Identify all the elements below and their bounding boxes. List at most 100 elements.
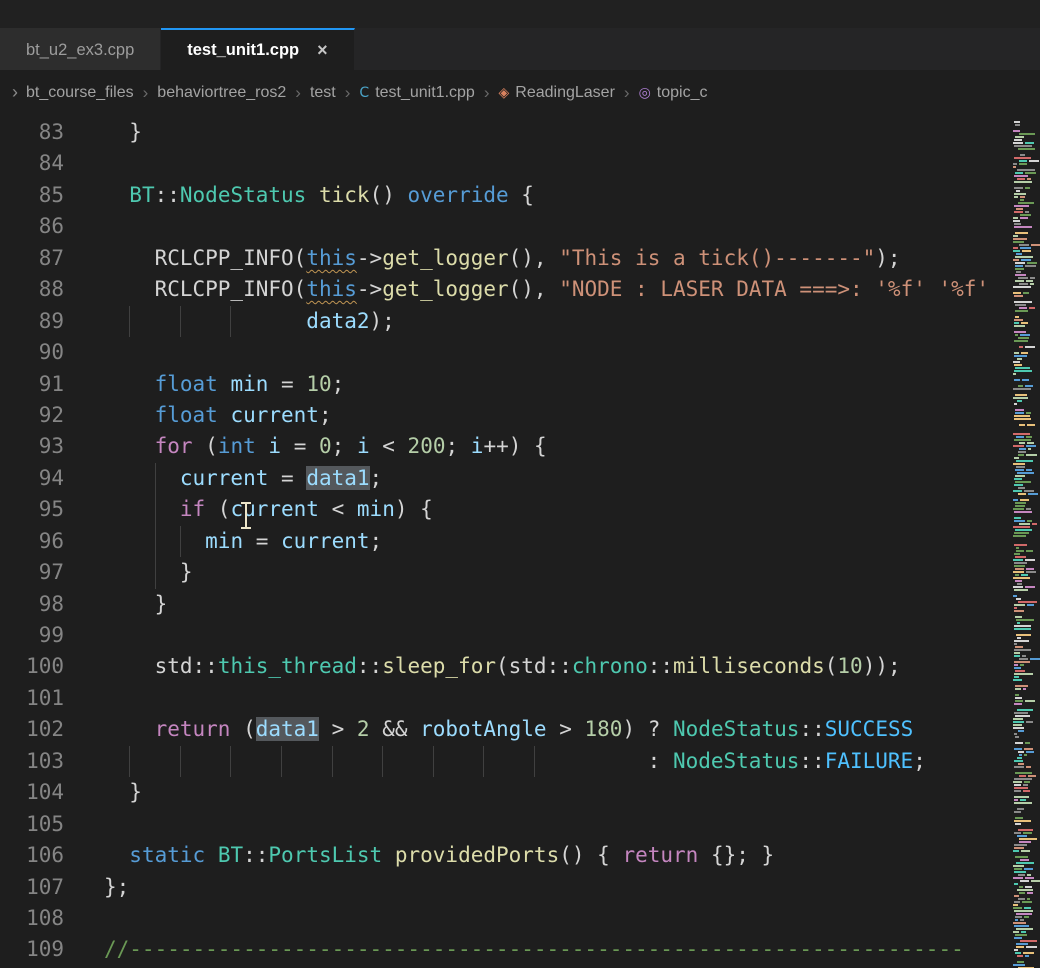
code-text[interactable]: if (current < min) { bbox=[64, 494, 1012, 525]
line-number[interactable]: 89 bbox=[0, 306, 64, 337]
line-number[interactable]: 90 bbox=[0, 337, 64, 368]
code-text[interactable] bbox=[64, 809, 1012, 840]
code-line-85[interactable]: 85 BT::NodeStatus tick() override { bbox=[0, 180, 1012, 211]
minimap[interactable] bbox=[1012, 115, 1040, 968]
line-number[interactable]: 100 bbox=[0, 651, 64, 682]
breadcrumb-item-topic_c[interactable]: ◎topic_c bbox=[639, 84, 708, 102]
line-number[interactable]: 98 bbox=[0, 589, 64, 620]
code-token: FAILURE bbox=[825, 749, 914, 773]
tab-test_unit1-cpp[interactable]: test_unit1.cpp× bbox=[161, 28, 354, 70]
close-icon[interactable]: × bbox=[317, 41, 328, 59]
code-text[interactable]: float current; bbox=[64, 400, 1012, 431]
code-line-102[interactable]: 102 return (data1 > 2 && robotAngle > 18… bbox=[0, 714, 1012, 745]
code-text[interactable]: } bbox=[64, 557, 1012, 588]
line-number[interactable]: 87 bbox=[0, 243, 64, 274]
code-text[interactable]: static BT::PortsList providedPorts() { r… bbox=[64, 840, 1012, 871]
minimap-line bbox=[1012, 610, 1040, 612]
line-number[interactable]: 92 bbox=[0, 400, 64, 431]
breadcrumb-item-behaviortree_ros2[interactable]: behaviortree_ros2 bbox=[157, 84, 286, 102]
line-number[interactable]: 107 bbox=[0, 872, 64, 903]
minimap-line bbox=[1012, 892, 1040, 894]
code-text[interactable] bbox=[64, 620, 1012, 651]
code-line-88[interactable]: 88 RCLCPP_INFO(this->get_logger(), "NODE… bbox=[0, 274, 1012, 305]
code-text[interactable] bbox=[64, 903, 1012, 934]
code-text[interactable]: min = current; bbox=[64, 526, 1012, 557]
code-text[interactable]: //--------------------------------------… bbox=[64, 934, 1012, 965]
code-text[interactable] bbox=[64, 211, 1012, 242]
code-line-98[interactable]: 98 } bbox=[0, 589, 1012, 620]
line-number[interactable]: 97 bbox=[0, 557, 64, 588]
line-number[interactable]: 93 bbox=[0, 431, 64, 462]
line-number[interactable]: 105 bbox=[0, 809, 64, 840]
code-line-103[interactable]: 103 : NodeStatus::FAILURE; bbox=[0, 746, 1012, 777]
code-line-107[interactable]: 107}; bbox=[0, 872, 1012, 903]
breadcrumb-item-bt_course_files[interactable]: bt_course_files bbox=[26, 84, 134, 102]
code-text[interactable]: } bbox=[64, 589, 1012, 620]
line-number[interactable]: 85 bbox=[0, 180, 64, 211]
indent-guide bbox=[534, 746, 535, 777]
line-number[interactable]: 106 bbox=[0, 840, 64, 871]
line-number[interactable]: 94 bbox=[0, 463, 64, 494]
code-line-105[interactable]: 105 bbox=[0, 809, 1012, 840]
tab-bt_u2_ex3-cpp[interactable]: bt_u2_ex3.cpp bbox=[0, 28, 161, 70]
code-line-94[interactable]: 94 current = data1; bbox=[0, 463, 1012, 494]
code-line-108[interactable]: 108 bbox=[0, 903, 1012, 934]
code-line-109[interactable]: 109//-----------------------------------… bbox=[0, 934, 1012, 965]
line-number[interactable]: 84 bbox=[0, 148, 64, 179]
code-text[interactable]: BT::NodeStatus tick() override { bbox=[64, 180, 1012, 211]
line-number[interactable]: 102 bbox=[0, 714, 64, 745]
code-text[interactable]: } bbox=[64, 117, 1012, 148]
code-text[interactable] bbox=[64, 337, 1012, 368]
line-number[interactable]: 95 bbox=[0, 494, 64, 525]
code-line-86[interactable]: 86 bbox=[0, 211, 1012, 242]
code-line-89[interactable]: 89 data2); bbox=[0, 306, 1012, 337]
code-text[interactable]: data2); bbox=[64, 306, 1012, 337]
code-area[interactable]: 83 }8485 BT::NodeStatus tick() override … bbox=[0, 115, 1012, 968]
code-text[interactable]: }; bbox=[64, 872, 1012, 903]
code-text[interactable]: } bbox=[64, 777, 1012, 808]
line-number[interactable]: 91 bbox=[0, 369, 64, 400]
code-text[interactable]: std::this_thread::sleep_for(std::chrono:… bbox=[64, 651, 1012, 682]
minimap-line bbox=[1012, 253, 1040, 255]
line-number[interactable]: 103 bbox=[0, 746, 64, 777]
code-text[interactable]: return (data1 > 2 && robotAngle > 180) ?… bbox=[64, 714, 1012, 745]
breadcrumb-item-ReadingLaser[interactable]: ◈ReadingLaser bbox=[498, 84, 614, 102]
code-line-106[interactable]: 106 static BT::PortsList providedPorts()… bbox=[0, 840, 1012, 871]
line-number[interactable]: 108 bbox=[0, 903, 64, 934]
line-number[interactable]: 99 bbox=[0, 620, 64, 651]
line-number[interactable]: 86 bbox=[0, 211, 64, 242]
code-line-83[interactable]: 83 } bbox=[0, 117, 1012, 148]
code-text[interactable]: current = data1; bbox=[64, 463, 1012, 494]
breadcrumb-item-test[interactable]: test bbox=[310, 84, 336, 102]
code-line-91[interactable]: 91 float min = 10; bbox=[0, 369, 1012, 400]
code-line-93[interactable]: 93 for (int i = 0; i < 200; i++) { bbox=[0, 431, 1012, 462]
minimap-line bbox=[1012, 334, 1040, 336]
code-line-92[interactable]: 92 float current; bbox=[0, 400, 1012, 431]
code-line-104[interactable]: 104 } bbox=[0, 777, 1012, 808]
code-text[interactable]: : NodeStatus::FAILURE; bbox=[64, 746, 1012, 777]
code-text[interactable]: RCLCPP_INFO(this->get_logger(), "This is… bbox=[64, 243, 1012, 274]
code-text[interactable]: float min = 10; bbox=[64, 369, 1012, 400]
code-text[interactable] bbox=[64, 148, 1012, 179]
minimap-line bbox=[1012, 865, 1040, 867]
line-number[interactable]: 83 bbox=[0, 117, 64, 148]
line-number[interactable]: 88 bbox=[0, 274, 64, 305]
code-line-101[interactable]: 101 bbox=[0, 683, 1012, 714]
line-number[interactable]: 96 bbox=[0, 526, 64, 557]
code-line-87[interactable]: 87 RCLCPP_INFO(this->get_logger(), "This… bbox=[0, 243, 1012, 274]
code-line-97[interactable]: 97 } bbox=[0, 557, 1012, 588]
code-text[interactable]: RCLCPP_INFO(this->get_logger(), "NODE : … bbox=[64, 274, 1012, 305]
code-line-100[interactable]: 100 std::this_thread::sleep_for(std::chr… bbox=[0, 651, 1012, 682]
code-text[interactable]: for (int i = 0; i < 200; i++) { bbox=[64, 431, 1012, 462]
code-line-84[interactable]: 84 bbox=[0, 148, 1012, 179]
code-line-95[interactable]: 95 if (current < min) { bbox=[0, 494, 1012, 525]
line-number[interactable]: 104 bbox=[0, 777, 64, 808]
code-line-96[interactable]: 96 min = current; bbox=[0, 526, 1012, 557]
line-number[interactable]: 109 bbox=[0, 934, 64, 965]
minimap-code-bar bbox=[1014, 226, 1032, 228]
line-number[interactable]: 101 bbox=[0, 683, 64, 714]
breadcrumb-item-test_unit1-cpp[interactable]: Ctest_unit1.cpp bbox=[359, 84, 474, 102]
code-text[interactable] bbox=[64, 683, 1012, 714]
code-line-90[interactable]: 90 bbox=[0, 337, 1012, 368]
code-line-99[interactable]: 99 bbox=[0, 620, 1012, 651]
